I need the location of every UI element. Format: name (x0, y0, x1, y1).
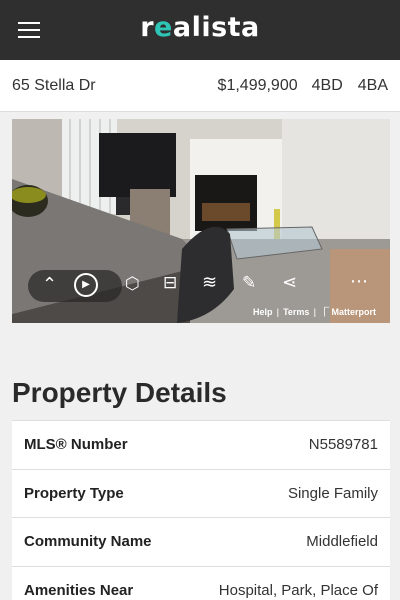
listing-baths: 4BA (357, 76, 388, 94)
detail-label: Property Type (24, 484, 124, 502)
top-bar: realista (0, 0, 400, 60)
listing-address: 65 Stella Dr (12, 76, 96, 94)
floor-selector-icon[interactable]: ≋ (202, 272, 217, 293)
logo-text-rest: alista (172, 12, 260, 43)
play-icon[interactable]: ▶ (74, 273, 98, 297)
listing-summary-bar: 65 Stella Dr $1,499,900 4BD 4BA (0, 60, 400, 112)
logo-text-r: r (140, 12, 155, 43)
listing-price: $1,499,900 (217, 76, 298, 94)
detail-value: N5589781 (308, 436, 378, 454)
chevron-up-icon[interactable]: ⌃ (42, 274, 57, 295)
detail-value: Single Family (287, 484, 378, 502)
property-details-title: Property Details (12, 377, 227, 408)
matterport-logo-icon: ⎾ (319, 307, 329, 317)
detail-row-property-type: Property Type Single Family (12, 468, 390, 518)
floor-plan-icon[interactable]: ⊟ (163, 273, 177, 293)
detail-value: Middlefield (306, 533, 378, 551)
measure-tool-icon[interactable]: ✎ (242, 273, 256, 293)
share-icon[interactable]: ⋖ (282, 272, 297, 293)
virtual-tour-viewer[interactable]: ⌃ ▶ ⬡ ⊟ ≋ ✎ ⋖ ⋯ Help | Terms | ⎾ Matterport (12, 119, 390, 323)
tour-nav-controls: ⌃ ▶ (28, 270, 122, 302)
detail-row-mls: MLS® Number N5589781 (12, 420, 390, 469)
tour-help-link[interactable]: Help (253, 307, 273, 317)
listing-beds: 4BD (311, 76, 343, 94)
matterport-brand[interactable]: Matterport (332, 307, 377, 317)
logo-text-accent: e (154, 12, 173, 43)
dollhouse-view-icon[interactable]: ⬡ (125, 274, 140, 294)
detail-row-community-name: Community Name Middlefield (12, 517, 390, 566)
detail-label: Community Name (24, 533, 152, 551)
property-details-table: MLS® Number N5589781 Property Type Singl… (12, 420, 390, 600)
detail-label: MLS® Number (24, 436, 128, 454)
site-logo[interactable]: realista (0, 12, 400, 43)
tour-terms-link[interactable]: Terms (283, 307, 309, 317)
more-options-icon[interactable]: ⋯ (350, 271, 368, 292)
detail-row-amenities-near: Amenities Near Hospital, Park, Place Of (12, 565, 390, 600)
detail-label: Amenities Near (24, 581, 134, 599)
detail-value: Hospital, Park, Place Of (218, 581, 378, 599)
tour-footer: Help | Terms | ⎾ Matterport (253, 307, 377, 317)
